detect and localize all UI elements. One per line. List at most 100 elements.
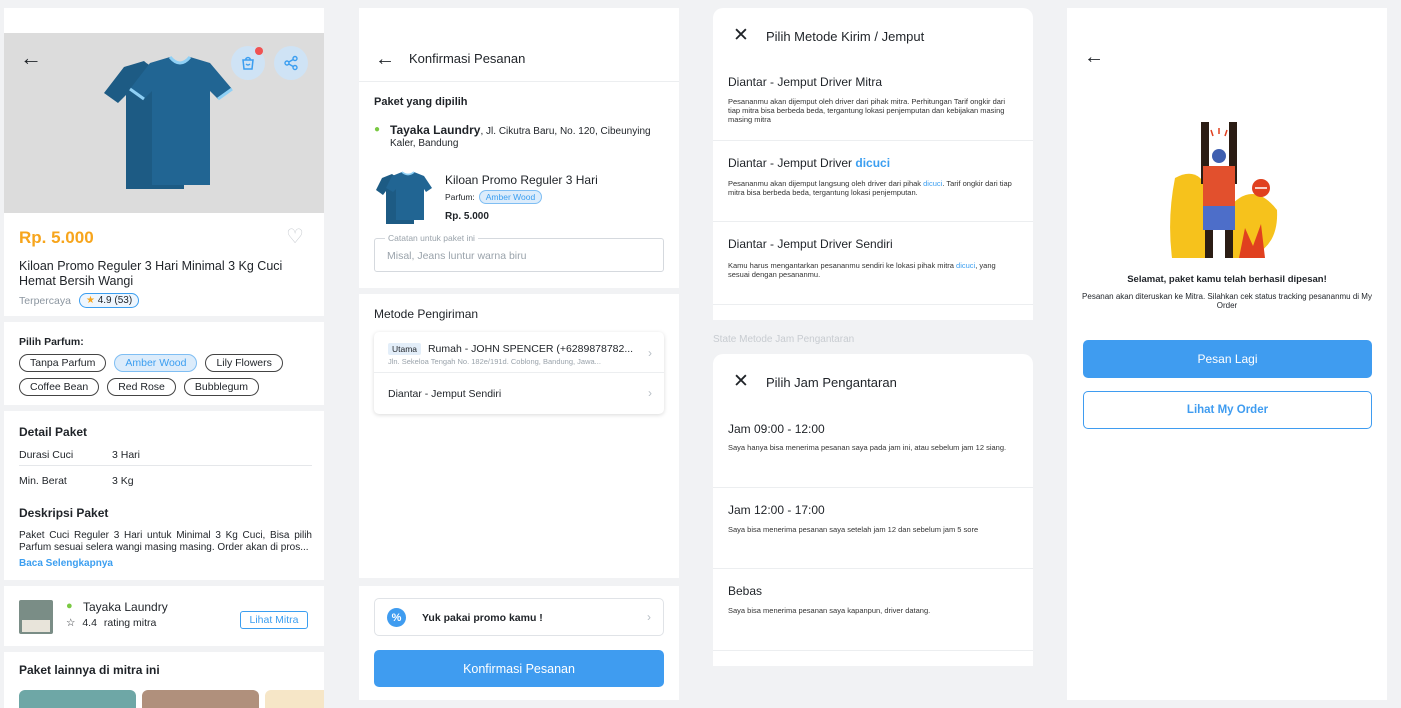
perfume-chips: Tanpa Parfum Amber Wood Lily Flowers Cof… xyxy=(19,354,319,396)
trusted-label: Terpercaya xyxy=(19,294,71,307)
divider xyxy=(4,316,324,322)
brand-logo: dicuci xyxy=(855,156,891,170)
method-option[interactable]: Diantar - Jemput Driver Sendiri Kamu har… xyxy=(713,223,1033,305)
shipping-method-sheet: ✕ Pilih Metode Kirim / Jemput Diantar - … xyxy=(713,8,1033,320)
brand-inline: dicuci xyxy=(956,261,976,270)
cart-icon xyxy=(242,56,254,70)
perfume-chip[interactable]: Lily Flowers xyxy=(205,354,283,372)
perfume-chip-selected[interactable]: Amber Wood xyxy=(114,354,198,372)
close-icon[interactable]: ✕ xyxy=(733,26,749,45)
package-price: Rp. 5.000 xyxy=(445,211,489,222)
header: ← Konfirmasi Pesanan xyxy=(359,8,679,82)
share-button[interactable] xyxy=(274,46,308,80)
product-image: ← xyxy=(4,33,324,213)
detail-title: Detail Paket xyxy=(19,425,88,439)
promo-label: Yuk pakai promo kamu ! xyxy=(422,612,543,624)
shipping-title: Metode Pengiriman xyxy=(374,307,479,321)
address-detail: Jln. Sekeloa Tengah No. 182e/191d. Coblo… xyxy=(388,357,601,366)
perfume-chip[interactable]: Red Rose xyxy=(107,378,176,396)
view-my-order-button[interactable]: Lihat My Order xyxy=(1083,391,1372,429)
option-desc: Saya bisa menerima pesanan saya kapanpun… xyxy=(728,606,931,615)
location-pin-icon: ● xyxy=(374,124,381,135)
confirm-order-screen: ← Konfirmasi Pesanan Paket yang dipilih … xyxy=(359,8,679,700)
cart-button[interactable] xyxy=(231,46,265,80)
option-title: Diantar - Jemput Driver dicuci xyxy=(728,156,890,170)
divider xyxy=(4,580,324,586)
option-title: Jam 12:00 - 17:00 xyxy=(728,503,825,517)
detail-value: 3 Hari xyxy=(112,448,141,461)
main-badge: Utama xyxy=(388,343,422,355)
option-title: Jam 09:00 - 12:00 xyxy=(728,422,825,436)
detail-row: Min. Berat 3 Kg xyxy=(19,470,312,492)
option-desc: Pesananmu akan dijemput langsung oleh dr… xyxy=(728,179,1018,197)
page-title: Konfirmasi Pesanan xyxy=(409,51,526,66)
back-arrow-icon[interactable]: ← xyxy=(1084,46,1104,68)
shipping-card: Utama Rumah - JOHN SPENCER (+6289878782.… xyxy=(374,332,664,414)
storefront-shape xyxy=(22,620,50,632)
method-option[interactable]: Diantar - Jemput Driver Mitra Pesananmu … xyxy=(713,63,1033,141)
laundry-name: Tayaka Laundry xyxy=(390,123,481,137)
perfume-chip[interactable]: Tanpa Parfum xyxy=(19,354,107,372)
mitra-rating: 4.4 xyxy=(82,617,97,629)
option-desc: Pesananmu akan dijemput oleh driver dari… xyxy=(728,97,1006,124)
success-subtitle: Pesanan akan diteruskan ke Mitra. Silahk… xyxy=(1082,292,1372,310)
back-arrow-icon[interactable]: ← xyxy=(375,48,395,70)
order-again-button[interactable]: Pesan Lagi xyxy=(1083,340,1372,378)
address-name: Rumah - JOHN SPENCER (+6289878782... xyxy=(427,343,634,355)
back-arrow-icon[interactable]: ← xyxy=(20,47,42,69)
rating-pill: ★ 4.9 (53) xyxy=(78,293,140,308)
time-option[interactable]: Bebas Saya bisa menerima pesanan saya ka… xyxy=(713,569,1033,651)
product-price: Rp. 5.000 xyxy=(19,228,94,247)
product-detail-screen: ← Rp. 5.000 ♡ Kiloan Promo Reguler 3 Har… xyxy=(4,8,324,708)
heart-icon[interactable]: ♡ xyxy=(286,224,304,249)
perfume-chip[interactable]: Bubblegum xyxy=(183,378,260,396)
other-package-card[interactable] xyxy=(142,690,259,708)
notification-dot xyxy=(255,47,263,55)
verified-pin-icon: ● xyxy=(66,600,73,612)
product-meta: Terpercaya ★ 4.9 (53) xyxy=(19,293,140,308)
read-more-link[interactable]: Baca Selengkapnya xyxy=(19,558,113,569)
detail-value: 3 Kg xyxy=(112,475,134,487)
mitra-rating-label: rating mitra xyxy=(103,617,157,629)
option-title: Bebas xyxy=(728,584,763,598)
divider xyxy=(4,646,324,652)
other-package-card[interactable] xyxy=(19,690,136,708)
star-icon: ★ xyxy=(85,295,95,306)
mitra-name: Tayaka Laundry xyxy=(83,600,168,614)
divider xyxy=(359,288,679,294)
laundry-info: Tayaka Laundry, Jl. Cikutra Baru, No. 12… xyxy=(390,124,670,150)
divider xyxy=(359,578,679,586)
sheet-title: Pilih Metode Kirim / Jemput xyxy=(766,29,925,44)
perfume-chip-selected: Amber Wood xyxy=(478,190,543,204)
option-desc: Kamu harus mengantarkan pesananmu sendir… xyxy=(728,261,1018,279)
method-option[interactable]: Diantar - Jemput Driver dicuci Pesananmu… xyxy=(713,142,1033,222)
delivery-time-sheet: ✕ Pilih Jam Pengantaran Jam 09:00 - 12:0… xyxy=(713,354,1033,666)
celebration-illustration xyxy=(1170,122,1278,258)
option-desc-text: Kamu harus mengantarkan pesananmu sendir… xyxy=(728,261,957,270)
description-text: Paket Cuci Reguler 3 Hari untuk Minimal … xyxy=(19,530,312,553)
option-desc: Saya hanya bisa menerima pesanan saya pa… xyxy=(728,443,1007,452)
lihat-mitra-button[interactable]: Lihat Mitra xyxy=(240,611,308,629)
time-option[interactable]: Jam 09:00 - 12:00 Saya hanya bisa meneri… xyxy=(713,406,1033,488)
mitra-photo xyxy=(19,600,53,634)
tshirt-thumbnail xyxy=(376,171,432,224)
selected-package-label: Paket yang dipilih xyxy=(374,96,468,108)
address-row[interactable]: Utama Rumah - JOHN SPENCER (+6289878782.… xyxy=(388,343,650,366)
other-package-card[interactable] xyxy=(265,690,324,708)
time-option[interactable]: Jam 12:00 - 17:00 Saya bisa menerima pes… xyxy=(713,488,1033,569)
option-desc: Saya bisa menerima pesanan saya setelah … xyxy=(728,525,979,534)
note-input[interactable]: Catatan untuk paket ini Misal, Jeans lun… xyxy=(374,233,664,272)
success-message: Selamat, paket kamu telah berhasil dipes… xyxy=(1127,274,1327,285)
option-title: Diantar - Jemput Driver Sendiri xyxy=(728,237,893,251)
option-title: Diantar - Jemput Driver Mitra xyxy=(728,75,883,89)
rating-value: 4.9 xyxy=(97,295,112,306)
close-icon[interactable]: ✕ xyxy=(733,372,749,391)
description-title: Deskripsi Paket xyxy=(19,506,109,520)
brand-inline: dicuci xyxy=(923,179,943,188)
star-outline-icon: ☆ xyxy=(66,617,76,629)
package-name: Kiloan Promo Reguler 3 Hari xyxy=(445,173,598,187)
confirm-order-button[interactable]: Konfirmasi Pesanan xyxy=(374,650,664,687)
perfume-chip[interactable]: Coffee Bean xyxy=(19,378,100,396)
promo-row[interactable]: % Yuk pakai promo kamu ! › xyxy=(374,598,664,636)
delivery-option-row[interactable]: Diantar - Jemput Sendiri xyxy=(388,388,650,400)
